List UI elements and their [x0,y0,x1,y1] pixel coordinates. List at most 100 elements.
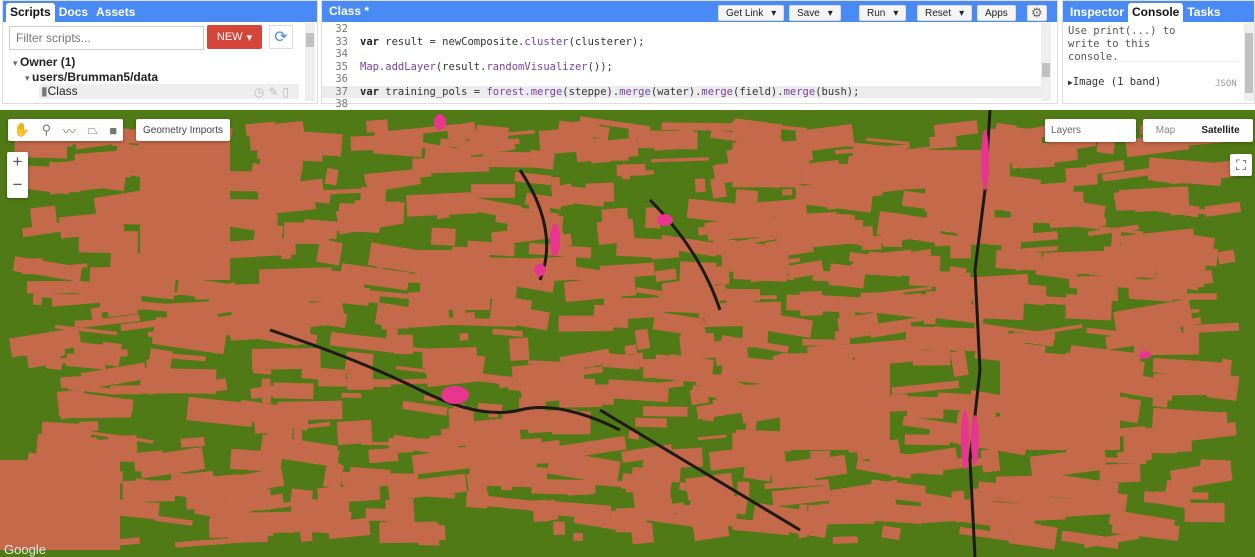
field-patch [180,437,205,448]
apps-button[interactable]: Apps [977,5,1016,21]
field-patch [689,387,710,406]
caret-down-icon: ▾ [771,7,777,19]
field-patch [881,525,901,541]
field-patch [1151,286,1188,295]
field-patch [273,382,314,400]
field-patch [154,515,193,526]
field-patch [786,294,844,313]
field-patch [299,528,313,542]
tab-docs[interactable]: Docs [55,3,92,22]
field-patch [588,137,611,164]
code-line[interactable]: 35 Map.addLayer(result.randomVisualizer()… [322,61,1042,74]
water-patch [434,114,446,130]
zoom-controls: + − [7,152,28,198]
field-patch [79,421,99,432]
tab-console[interactable]: Console [1128,3,1184,22]
file-actions-icons[interactable]: ◷✎▯ [254,85,293,99]
apps-label: Apps [985,7,1008,19]
field-patch [607,379,670,403]
field-patch [45,359,63,371]
field-patch [1161,372,1220,396]
field-patch [1148,293,1217,300]
zoom-out-button[interactable]: − [13,175,23,198]
reset-label: Reset [925,7,952,19]
tab-inspector[interactable]: Inspector [1066,3,1128,22]
code-line[interactable]: 37 var training_pols = forest.merge(stepp… [322,85,1042,98]
field-patch [492,328,524,337]
fullscreen-icon[interactable]: ⛶ [1230,154,1252,176]
code-line[interactable]: 34 [322,48,1042,61]
editor-scrollbar[interactable] [1041,23,1051,101]
new-button[interactable]: NEW ▾ [207,25,262,49]
satellite-button[interactable]: Satellite [1188,125,1253,136]
code-line[interactable]: 33 var result = newComposite.cluster(clus… [322,36,1042,49]
field-patch [469,416,522,447]
code-token: forest.merge [486,85,563,98]
gear-icon[interactable]: ⚙ [1027,5,1047,21]
marker-icon[interactable]: ⚲ [42,122,52,138]
tab-tasks[interactable]: Tasks [1183,3,1224,22]
map-canvas[interactable]: ✋ ⚲ 〰 ⏢ ■ Geometry Imports + − Layers Map Sa… [0,110,1255,557]
field-patch [100,341,122,367]
rectangle-icon[interactable]: ■ [109,123,117,138]
field-patch [847,183,858,209]
get-link-label: Get Link [726,7,764,19]
right-tabs: Inspector Console Tasks [1063,1,1254,22]
field-patch [616,163,646,177]
map-button[interactable]: Map [1143,125,1188,136]
console-output-image[interactable]: ▶Image (1 band) [1068,76,1161,88]
map-type-toggle: Map Satellite [1143,119,1253,142]
line-icon[interactable]: 〰 [63,121,76,140]
console-scrollbar[interactable] [1244,23,1254,101]
code-line[interactable]: 36 [322,73,1042,86]
field-patch [654,268,677,283]
code-line[interactable]: 38 [322,98,1042,111]
refresh-icon[interactable]: ⟳ [269,25,293,49]
field-patch [376,256,399,269]
repo-label: users/Brumman5/data [32,70,159,84]
field-patch [336,419,373,446]
filter-scripts-input[interactable] [9,26,204,50]
polygon-icon[interactable]: ⏢ [87,122,97,138]
line-number: 33 [335,35,348,48]
tab-assets[interactable]: Assets [92,3,139,22]
layers-button[interactable]: Layers [1045,119,1136,142]
code-line[interactable]: 32 [322,23,1042,36]
tree-repo[interactable]: ▾ users/Brumman5/data [25,70,158,84]
zoom-in-button[interactable]: + [13,152,23,175]
save-button[interactable]: Save ▾ [789,5,841,21]
json-link[interactable]: JSON [1215,79,1237,89]
run-button[interactable]: Run ▾ [859,5,907,21]
left-tabs: Scripts Docs Assets [3,1,317,22]
field-patch [227,523,268,543]
code-token: (field). [733,85,784,98]
water-patch [441,386,469,404]
field-patch [634,328,651,350]
field-patch [980,448,1001,473]
code-token: var [360,85,379,98]
tree-owner[interactable]: ▾ Owner (1) [13,55,75,69]
field-patch [538,127,594,155]
reset-button[interactable]: Reset ▾ [917,5,973,21]
field-patch [558,315,614,332]
field-patch [402,400,448,416]
field-patch [324,168,339,186]
code-area[interactable]: 32 33 var result = newComposite.cluster(cl… [322,23,1042,111]
field-patch [1008,521,1058,550]
get-link-button[interactable]: Get Link ▾ [718,5,785,21]
tab-scripts[interactable]: Scripts [6,3,55,22]
field-patch [299,131,343,157]
field-patch [261,378,272,404]
field-patch [559,384,614,405]
field-patch [327,463,343,479]
tree-file-class[interactable]: ▮Class ◷✎▯ [39,84,299,99]
geometry-imports-button[interactable]: Geometry Imports [136,119,231,141]
hand-icon[interactable]: ✋ [14,122,30,138]
field-patch [698,503,738,527]
field-patch [694,178,706,193]
field-patch [956,219,1015,239]
scripts-scrollbar[interactable] [305,23,315,101]
field-patch [1040,252,1068,274]
field-patch [551,262,570,280]
field-patch [305,421,331,429]
